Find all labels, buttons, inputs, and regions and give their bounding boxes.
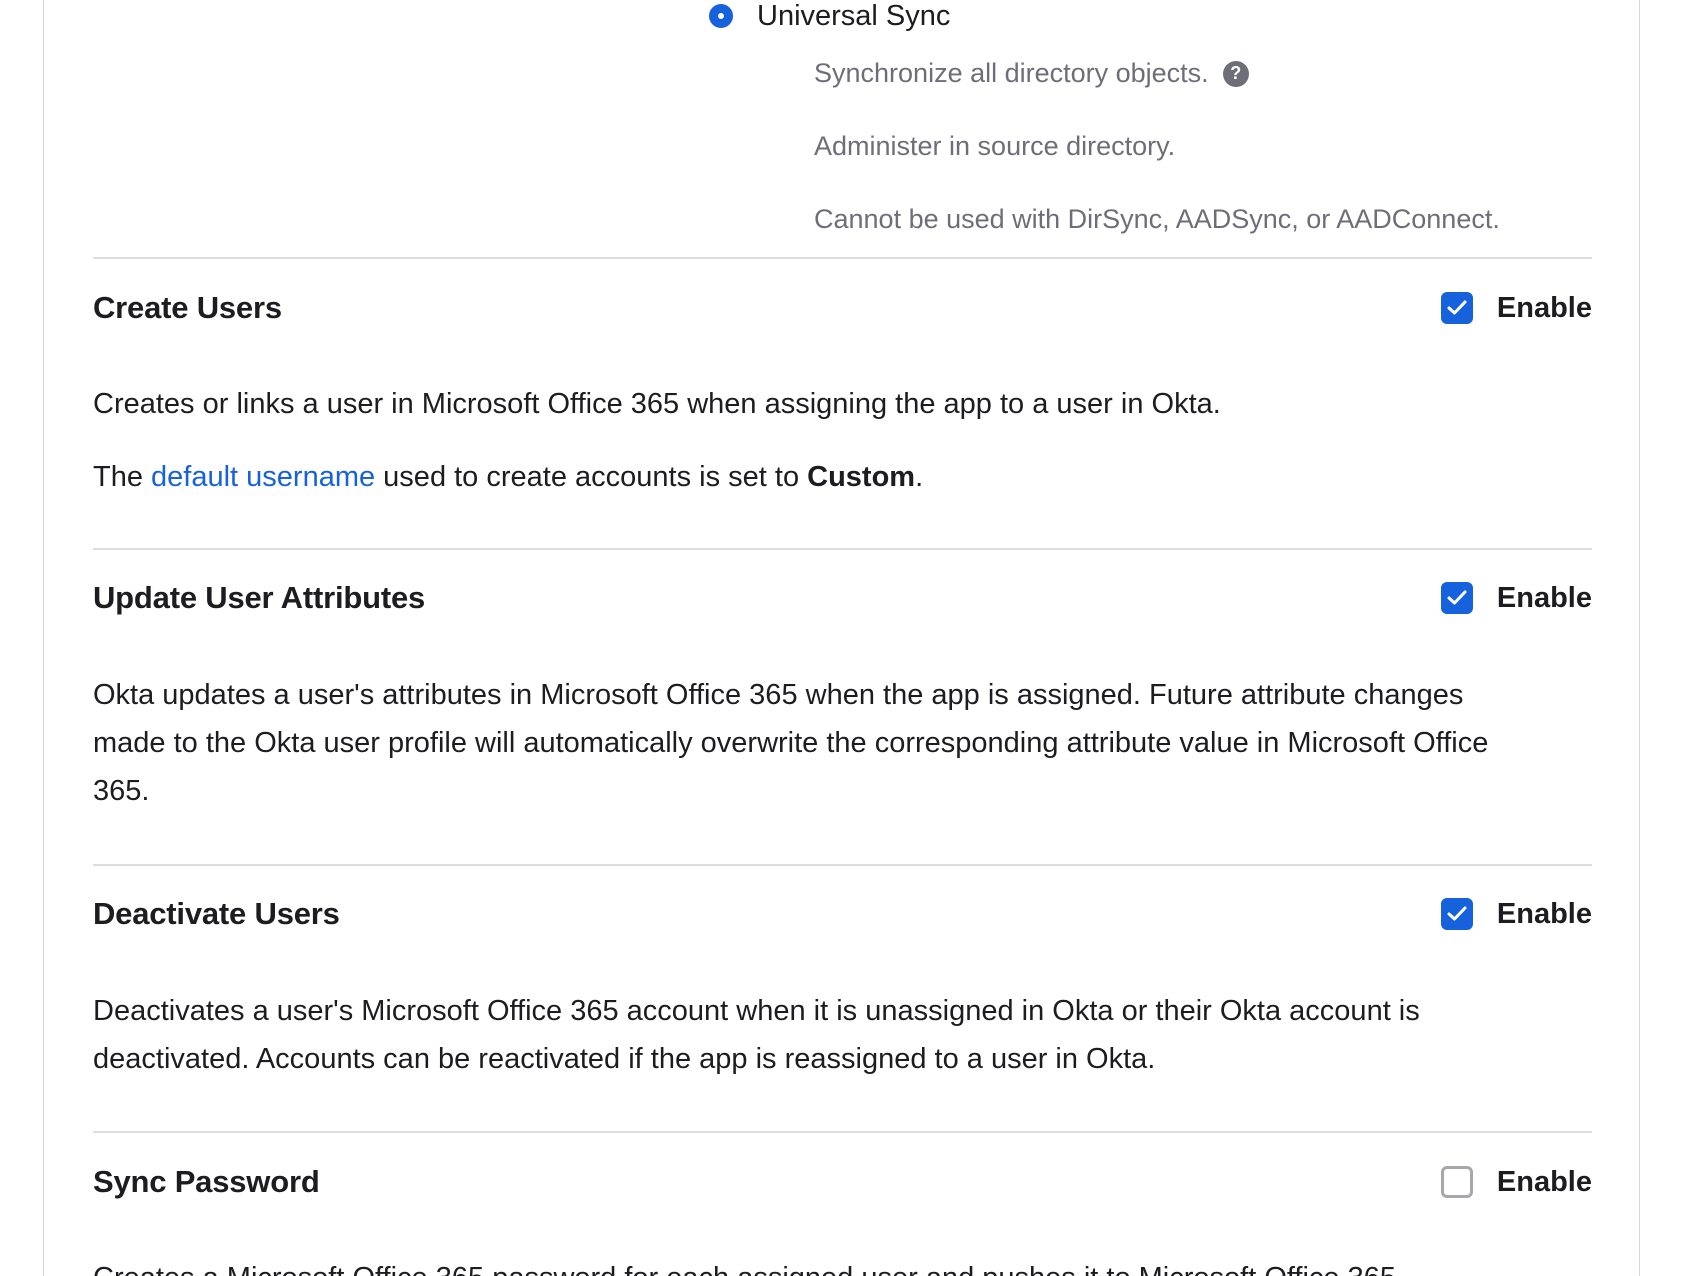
deactivate-users-checkbox[interactable]: [1440, 898, 1473, 930]
update-user-attributes-description: Okta updates a user's attributes in Micr…: [93, 671, 1592, 815]
default-username-link[interactable]: default username: [151, 461, 375, 493]
update-user-attributes-enable[interactable]: Enable: [1440, 580, 1592, 616]
deactivate-users-title: Deactivate Users: [93, 896, 340, 931]
universal-sync-option[interactable]: Universal Sync: [709, 0, 950, 32]
username-setting-value: Custom: [807, 461, 916, 493]
deactivate-users-description: Deactivates a user's Microsoft Office 36…: [93, 987, 1592, 1083]
enable-label: Enable: [1496, 1165, 1592, 1198]
update-user-attributes-checkbox[interactable]: [1440, 582, 1473, 614]
divider: [93, 257, 1592, 259]
enable-label: Enable: [1496, 291, 1592, 324]
enable-label: Enable: [1496, 581, 1592, 614]
sync-note-compatibility: Cannot be used with DirSync, AADSync, or…: [814, 204, 1500, 234]
divider: [93, 1131, 1592, 1133]
create-users-enable[interactable]: Enable: [1440, 290, 1592, 326]
create-users-title: Create Users: [93, 290, 282, 325]
description-line: 365.: [93, 775, 150, 807]
checkmark-icon: [1447, 300, 1467, 315]
universal-sync-radio[interactable]: [709, 4, 733, 28]
enable-label: Enable: [1496, 897, 1592, 930]
sync-note-synchronize-text: Synchronize all directory objects.: [814, 58, 1209, 88]
description-line: made to the Okta user profile will autom…: [93, 727, 1489, 759]
checkmark-icon: [1447, 590, 1467, 605]
sync-password-title: Sync Password: [93, 1164, 320, 1199]
divider: [93, 864, 1592, 866]
checkmark-icon: [1447, 906, 1467, 921]
username-note-middle: used to create accounts is set to: [375, 461, 808, 493]
sync-password-description: Creates a Microsoft Office 365 password …: [93, 1254, 1592, 1276]
username-note-prefix: The: [93, 461, 152, 493]
create-users-description: Creates or links a user in Microsoft Off…: [93, 388, 1221, 420]
settings-panel: [43, 0, 1640, 1276]
description-line: deactivated. Accounts can be reactivated…: [93, 1043, 1156, 1075]
sync-password-enable[interactable]: Enable: [1440, 1164, 1592, 1200]
sync-note-administer: Administer in source directory.: [814, 131, 1176, 161]
update-user-attributes-title: Update User Attributes: [93, 580, 426, 615]
sync-password-checkbox[interactable]: [1440, 1166, 1473, 1198]
username-note-suffix: .: [915, 461, 924, 493]
help-icon[interactable]: ?: [1222, 60, 1249, 87]
sync-note-synchronize: Synchronize all directory objects. ?: [814, 58, 1249, 89]
deactivate-users-enable[interactable]: Enable: [1440, 896, 1592, 932]
description-line: Okta updates a user's attributes in Micr…: [93, 679, 1464, 711]
create-users-checkbox[interactable]: [1440, 292, 1473, 324]
description-line: Deactivates a user's Microsoft Office 36…: [93, 995, 1420, 1027]
universal-sync-label: Universal Sync: [757, 0, 951, 32]
divider: [93, 548, 1592, 550]
default-username-note: The default username used to create acco…: [93, 453, 1592, 501]
